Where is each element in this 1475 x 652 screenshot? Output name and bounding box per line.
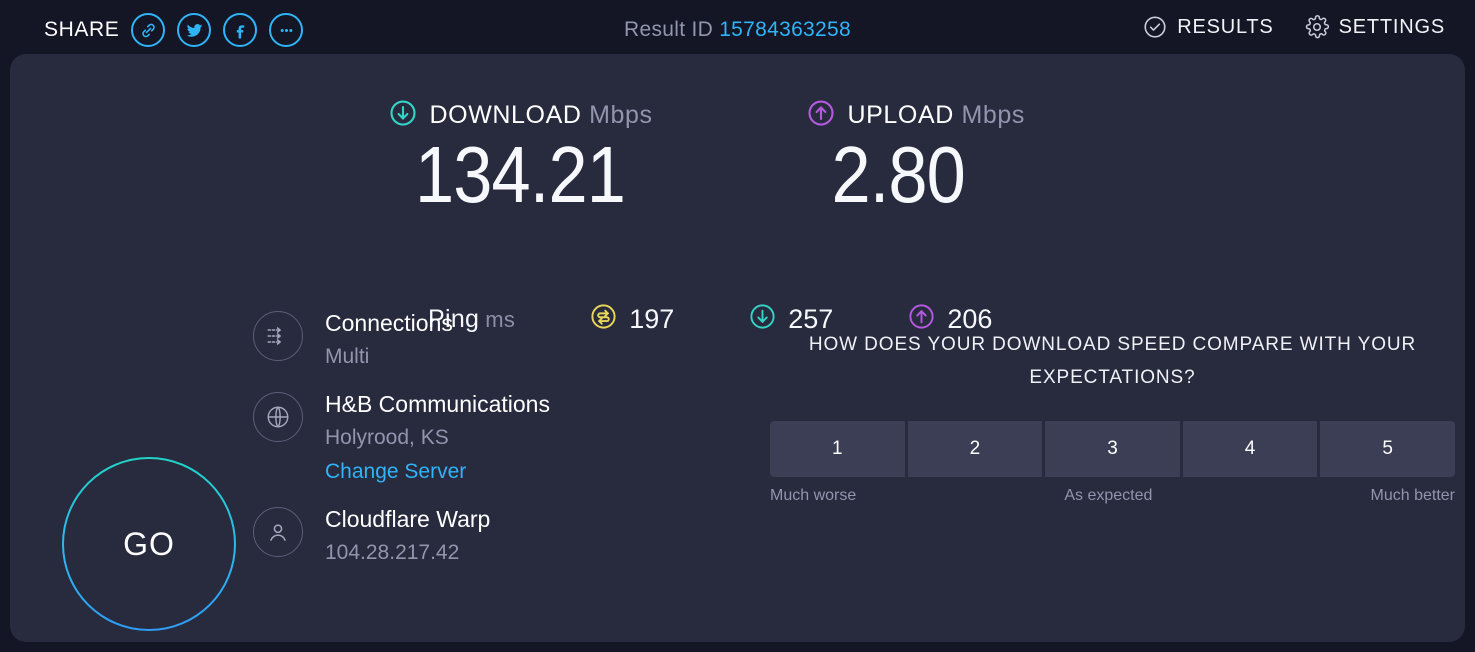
results-label: RESULTS [1177,15,1274,38]
result-id-label: Result ID [624,18,714,41]
connection-info: Connections Multi H&B Communications Hol… [253,309,723,586]
rating-question: HOW DOES YOUR DOWNLOAD SPEED COMPARE WIT… [808,334,1417,388]
server-row: H&B Communications Holyrood, KS Change S… [253,390,723,487]
change-server-link[interactable]: Change Server [325,457,550,487]
gear-icon [1304,14,1330,40]
settings-label: SETTINGS [1338,15,1445,38]
upload-label: UPLOAD [847,101,954,129]
results-button[interactable]: RESULTS [1142,14,1273,40]
rating-section: HOW DOES YOUR DOWNLOAD SPEED COMPARE WIT… [770,329,1455,505]
rating-buttons: 1 2 3 4 5 [770,421,1455,478]
client-name: Cloudflare Warp [325,506,491,533]
go-button-ring: GO [62,457,236,631]
rating-option-5[interactable]: 5 [1320,421,1455,478]
download-header: DOWNLOAD Mbps [378,98,678,133]
server-text: H&B Communications Holyrood, KS Change S… [325,390,550,487]
result-id-value[interactable]: 15784363258 [719,18,851,41]
rating-option-3[interactable]: 3 [1045,421,1180,478]
result-panel: DOWNLOAD Mbps 134.21 UPLOAD Mbps 2.80 Pi… [10,54,1465,642]
upload-result: UPLOAD Mbps 2.80 [798,98,1098,219]
upload-arrow-icon [806,98,836,133]
upload-header: UPLOAD Mbps [798,98,1098,133]
download-unit: Mbps [589,101,653,129]
multi-connections-icon [253,311,303,361]
connections-row: Connections Multi [253,309,723,372]
rating-legend-high: Much better [1370,487,1455,505]
client-text: Cloudflare Warp 104.28.217.42 [325,505,490,568]
download-arrow-icon [388,98,418,133]
upload-value: 2.80 [830,130,965,219]
download-result: DOWNLOAD Mbps 134.21 [378,98,678,219]
rating-option-2[interactable]: 2 [907,421,1043,478]
person-icon [253,507,303,558]
go-button[interactable]: GO [62,457,236,631]
rating-legend-low: Much worse [770,487,857,505]
connections-text: Connections Multi [325,309,453,372]
speed-results: DOWNLOAD Mbps 134.21 UPLOAD Mbps 2.80 [10,98,1465,219]
download-value: 134.21 [414,130,625,219]
rating-option-4[interactable]: 4 [1182,421,1318,478]
top-bar: SHARE Result ID 15784363258 RESULTS SETT… [0,0,1475,62]
connections-subtitle: Multi [325,344,370,368]
settings-button[interactable]: SETTINGS [1304,14,1445,40]
client-ip: 104.28.217.42 [325,540,460,564]
server-name: H&B Communications [325,391,550,418]
connections-title: Connections [325,310,453,336]
globe-icon [253,392,303,443]
go-button-label: GO [64,459,234,629]
download-label: DOWNLOAD [429,101,582,129]
server-location: Holyrood, KS [325,426,449,450]
top-right-nav: RESULTS SETTINGS [1142,14,1445,40]
upload-unit: Mbps [961,101,1026,129]
rating-legend: Much worse As expected Much better [770,487,1455,505]
rating-legend-mid: As expected [1064,487,1153,505]
client-row: Cloudflare Warp 104.28.217.42 [253,505,723,568]
rating-option-1[interactable]: 1 [770,421,905,478]
check-circle-icon [1142,14,1168,40]
